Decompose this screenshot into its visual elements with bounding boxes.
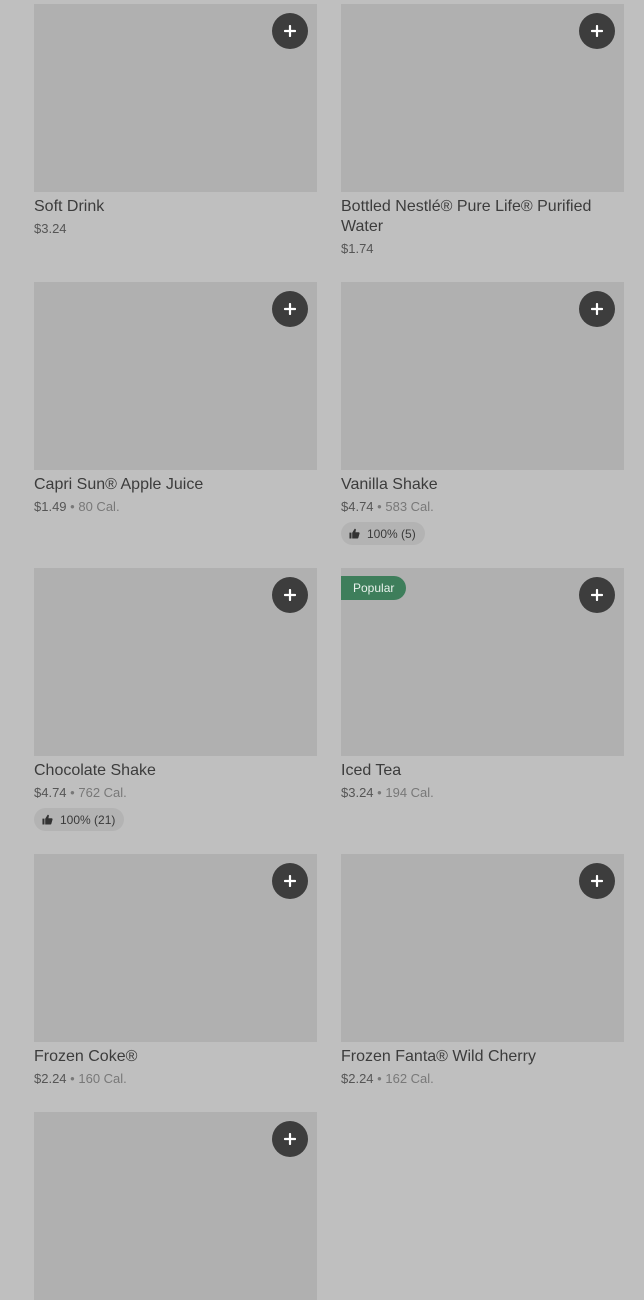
- item-name: Capri Sun® Apple Juice: [34, 476, 204, 493]
- plus-icon: [591, 875, 603, 887]
- plus-icon: [284, 875, 296, 887]
- item-price: $2.24: [34, 1071, 67, 1086]
- item-meta: $3.24: [34, 220, 317, 238]
- item-name: Vanilla Shake: [341, 476, 438, 493]
- item-calories: 194 Cal.: [385, 785, 434, 800]
- item-calories: 583 Cal.: [385, 499, 434, 514]
- item-image[interactable]: [34, 1112, 317, 1300]
- plus-icon: [591, 303, 603, 315]
- add-item-button[interactable]: [272, 863, 308, 899]
- item-meta: $3.24 • 194 Cal.: [341, 784, 624, 802]
- add-item-button[interactable]: [579, 13, 615, 49]
- item-image[interactable]: [341, 854, 624, 1042]
- meta-separator: •: [377, 1071, 382, 1086]
- add-item-button[interactable]: [272, 1121, 308, 1157]
- menu-item-card[interactable]: Vanilla Shake $4.74 • 583 Cal. 100% (5): [341, 282, 624, 545]
- item-image[interactable]: [341, 4, 624, 192]
- meta-separator: •: [70, 499, 75, 514]
- item-meta: $1.74: [341, 240, 624, 258]
- plus-icon: [591, 589, 603, 601]
- menu-item-card[interactable]: [34, 1112, 317, 1300]
- menu-item-card[interactable]: Soft Drink $3.24: [34, 4, 317, 238]
- item-image[interactable]: [34, 4, 317, 192]
- item-name: Bottled Nestlé® Pure Life® Purified Wate…: [341, 198, 592, 235]
- menu-item-card[interactable]: Chocolate Shake $4.74 • 762 Cal. 100% (2…: [34, 568, 317, 831]
- add-item-button[interactable]: [579, 291, 615, 327]
- item-meta: $1.49 • 80 Cal.: [34, 498, 317, 516]
- item-calories: 762 Cal.: [78, 785, 127, 800]
- add-item-button[interactable]: [272, 577, 308, 613]
- menu-item-card[interactable]: Bottled Nestlé® Pure Life® Purified Wate…: [341, 4, 624, 258]
- item-price: $3.24: [34, 221, 67, 236]
- item-name: Frozen Fanta® Wild Cherry: [341, 1048, 536, 1065]
- item-image[interactable]: [34, 282, 317, 470]
- add-item-button[interactable]: [272, 13, 308, 49]
- menu-item-card[interactable]: Capri Sun® Apple Juice $1.49 • 80 Cal.: [34, 282, 317, 516]
- item-meta: $4.74 • 762 Cal.: [34, 784, 317, 802]
- menu-item-card[interactable]: Frozen Coke® $2.24 • 160 Cal.: [34, 854, 317, 1088]
- item-name: Soft Drink: [34, 198, 105, 215]
- item-price: $3.24: [341, 785, 374, 800]
- item-meta: $2.24 • 162 Cal.: [341, 1070, 624, 1088]
- plus-icon: [284, 303, 296, 315]
- item-name: Chocolate Shake: [34, 762, 156, 779]
- item-name: Frozen Coke®: [34, 1048, 138, 1065]
- item-price: $4.74: [341, 499, 374, 514]
- plus-icon: [284, 1133, 296, 1145]
- item-price: $1.49: [34, 499, 67, 514]
- item-image[interactable]: Popular: [341, 568, 624, 756]
- item-meta: $2.24 • 160 Cal.: [34, 1070, 317, 1088]
- rating-value: 100% (21): [60, 812, 116, 827]
- plus-icon: [284, 25, 296, 37]
- item-calories: 80 Cal.: [78, 499, 120, 514]
- item-price: $4.74: [34, 785, 67, 800]
- item-name: Iced Tea: [341, 762, 402, 779]
- item-calories: 160 Cal.: [78, 1071, 127, 1086]
- thumbs-up-icon: [349, 528, 360, 539]
- item-meta: $4.74 • 583 Cal.: [341, 498, 624, 516]
- menu-item-card[interactable]: Frozen Fanta® Wild Cherry $2.24 • 162 Ca…: [341, 854, 624, 1088]
- meta-separator: •: [377, 499, 382, 514]
- item-price: $2.24: [341, 1071, 374, 1086]
- rating-pill: 100% (5): [341, 522, 425, 545]
- plus-icon: [591, 25, 603, 37]
- add-item-button[interactable]: [272, 291, 308, 327]
- item-image[interactable]: [341, 282, 624, 470]
- item-image[interactable]: [34, 568, 317, 756]
- plus-icon: [284, 589, 296, 601]
- item-price: $1.74: [341, 241, 374, 256]
- add-item-button[interactable]: [579, 863, 615, 899]
- menu-item-card[interactable]: Popular Iced Tea $3.24 • 194 Cal.: [341, 568, 624, 802]
- thumbs-up-icon: [42, 814, 53, 825]
- popular-badge: Popular: [341, 576, 407, 600]
- rating-value: 100% (5): [367, 526, 416, 541]
- item-calories: 162 Cal.: [385, 1071, 434, 1086]
- item-image[interactable]: [34, 854, 317, 1042]
- meta-separator: •: [70, 785, 75, 800]
- meta-separator: •: [377, 785, 382, 800]
- meta-separator: •: [70, 1071, 75, 1086]
- add-item-button[interactable]: [579, 577, 615, 613]
- rating-pill: 100% (21): [34, 808, 125, 831]
